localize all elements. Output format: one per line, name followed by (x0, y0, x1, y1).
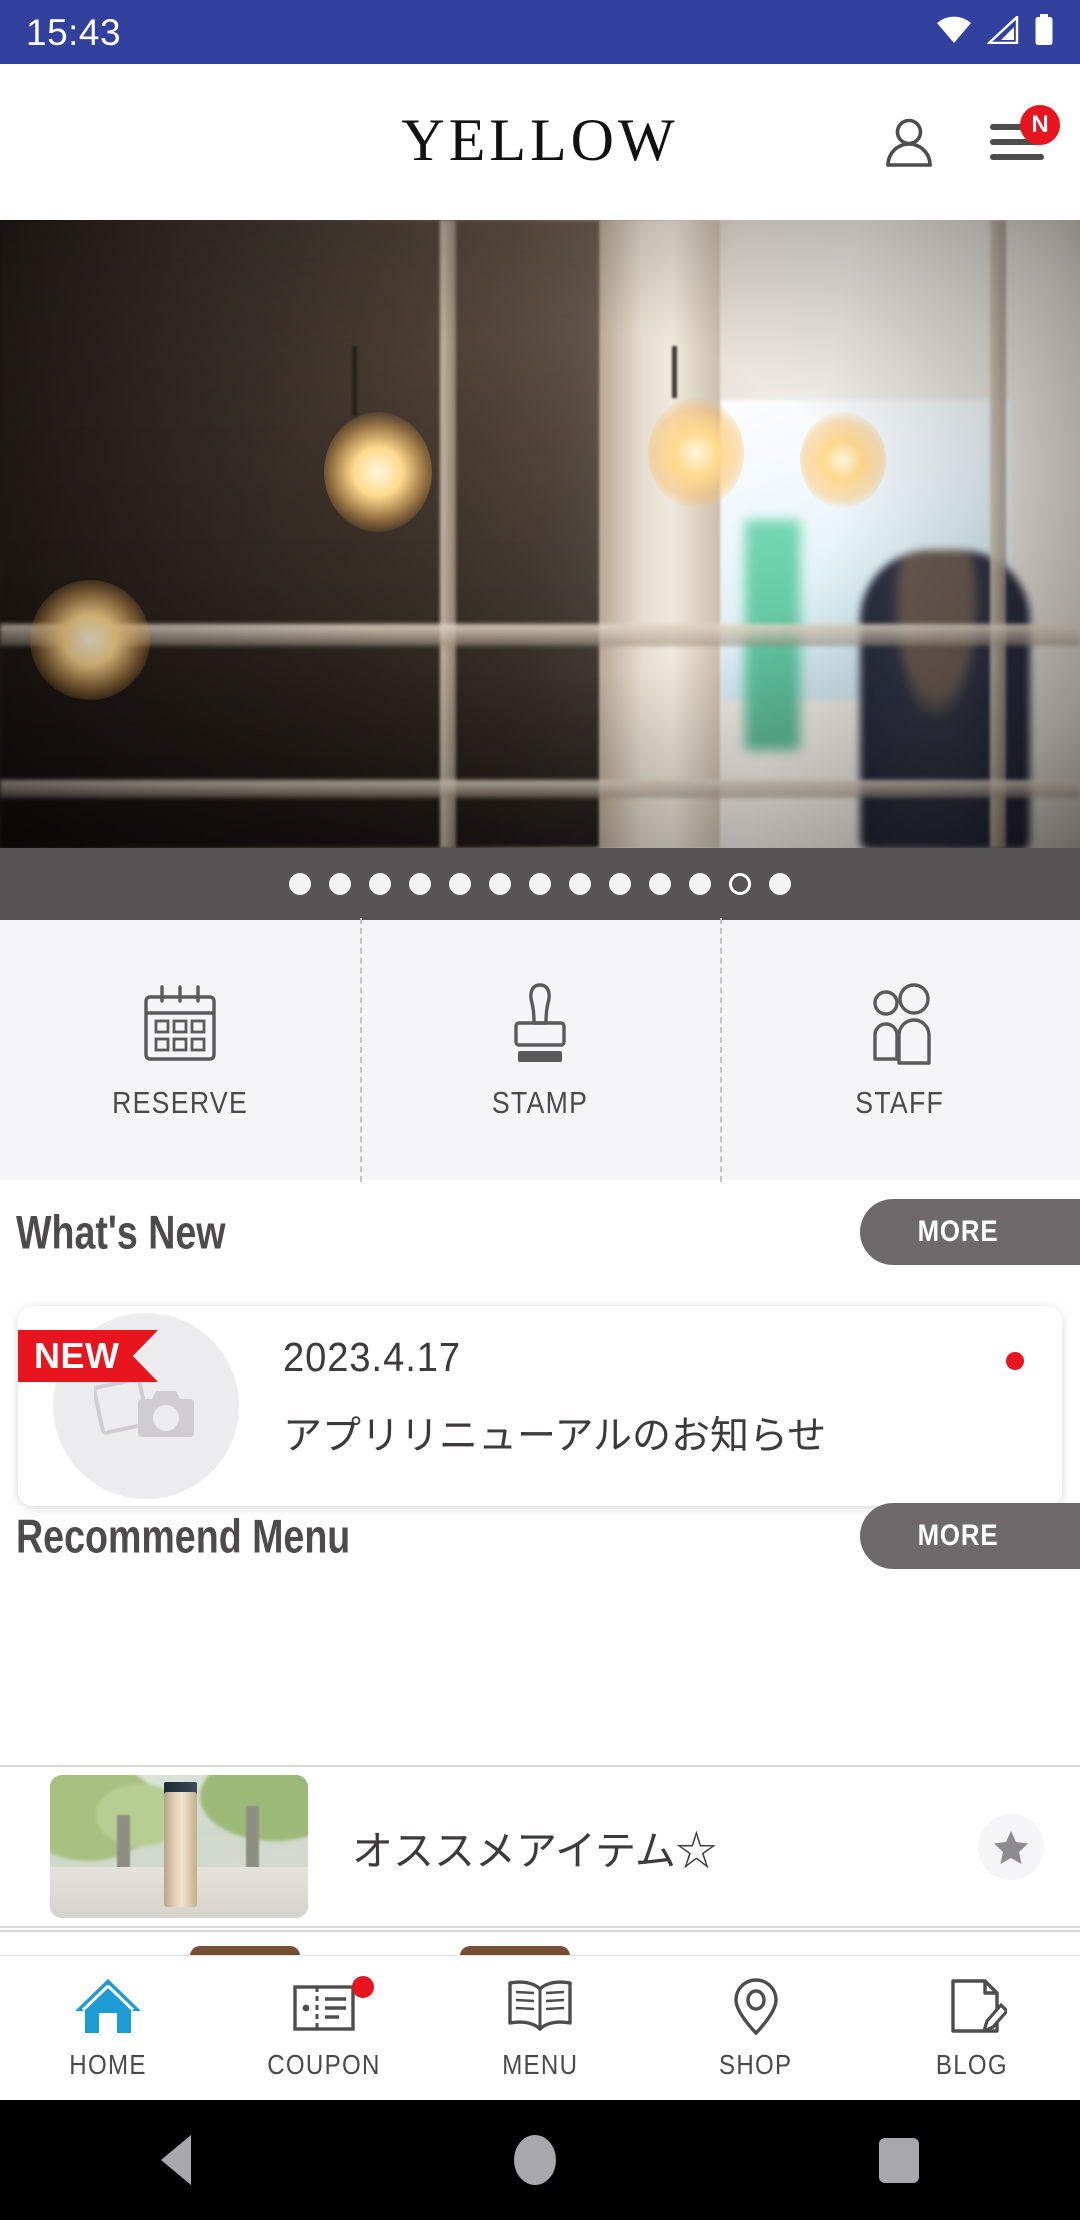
stamp-icon (514, 983, 566, 1062)
coupon-badge-dot (352, 1976, 374, 1998)
recents-square-icon[interactable] (878, 2137, 919, 2183)
carousel-dot[interactable] (289, 873, 311, 895)
back-triangle-icon[interactable] (161, 2135, 192, 2185)
nav-item-shop[interactable]: SHOP (648, 1956, 864, 2100)
location-pin-icon (734, 1978, 778, 2036)
carousel-dots[interactable] (0, 848, 1080, 920)
menu-button[interactable]: N (984, 105, 1060, 175)
carousel-dot[interactable] (409, 873, 431, 895)
coupon-icon (293, 1985, 355, 2031)
news-body: 2023.4.17 アプリリニューアルのお知らせ (283, 1334, 992, 1461)
carousel-dot[interactable] (569, 873, 591, 895)
carousel-dot[interactable] (529, 873, 551, 895)
people-icon (873, 983, 931, 1065)
more-label: MORE (917, 1215, 999, 1248)
quick-actions: RESERVE STAMP STAFF (0, 918, 1080, 1182)
quick-action-label: RESERVE (112, 1085, 248, 1120)
recommend-menu-more-button[interactable]: MORE (860, 1503, 1080, 1569)
carousel-dot[interactable] (369, 873, 391, 895)
nav-item-home[interactable]: HOME (0, 1956, 216, 2100)
quick-action-staff[interactable]: STAFF (720, 918, 1080, 1182)
nav-label: HOME (69, 2049, 147, 2080)
home-icon (75, 1979, 141, 2033)
more-label: MORE (917, 1519, 999, 1552)
nav-label: SHOP (719, 2049, 793, 2080)
quick-action-reserve[interactable]: RESERVE (0, 920, 360, 1180)
carousel-dot[interactable] (769, 873, 791, 895)
section-title: What's New (16, 1205, 226, 1259)
nav-label: COUPON (267, 2049, 381, 2080)
nav-item-menu[interactable]: MENU (432, 1956, 648, 2100)
status-bar: 15:43 (0, 0, 1080, 64)
star-icon (994, 1830, 1028, 1864)
wifi-icon (936, 16, 972, 49)
bottom-navigation: HOME COUPON MENU SHOP BLOG (0, 1955, 1080, 2100)
menu-item-thumbnail (50, 1775, 308, 1918)
status-time: 15:43 (26, 11, 122, 53)
system-navigation-bar (0, 2100, 1080, 2220)
carousel-dot[interactable] (329, 873, 351, 895)
hero-image (0, 220, 1080, 848)
nav-item-coupon[interactable]: COUPON (216, 1956, 432, 2100)
header-actions: N (876, 64, 1060, 220)
quick-action-label: STAFF (855, 1085, 945, 1120)
app-screen: 15:43 YELLOW N RESERVE STAMP STAFF What'… (0, 0, 1080, 2220)
person-icon (886, 118, 932, 167)
nav-label: BLOG (935, 2049, 1009, 2080)
account-button[interactable] (876, 109, 942, 175)
carousel-dot[interactable] (649, 873, 671, 895)
carousel-dot[interactable] (689, 873, 711, 895)
menu-item-favorite-button[interactable] (978, 1813, 1044, 1880)
news-title: アプリリニューアルのお知らせ (283, 1415, 827, 1458)
hero-carousel[interactable] (0, 220, 1080, 848)
menu-item-title: オススメアイテム☆ (352, 1827, 717, 1874)
news-date: 2023.4.17 (283, 1334, 462, 1380)
quick-action-stamp[interactable]: STAMP (360, 918, 720, 1182)
menu-new-badge: N (1020, 105, 1060, 145)
nav-label: MENU (501, 2049, 579, 2080)
news-card[interactable]: NEW 2023.4.17 アプリリニューアルのお知らせ (18, 1306, 1062, 1506)
section-header-recommend-menu: Recommend Menu MORE (0, 1486, 1080, 1586)
news-unread-dot (1006, 1352, 1024, 1370)
brand-logo: YELLOW (401, 106, 679, 173)
home-circle-icon[interactable] (513, 2135, 556, 2185)
section-title: Recommend Menu (16, 1509, 351, 1563)
menu-list-item[interactable]: オススメアイテム☆ (0, 1765, 1080, 1928)
calendar-icon (144, 985, 216, 1061)
status-icons (936, 13, 1054, 51)
carousel-dot[interactable] (449, 873, 471, 895)
section-header-whats-new: What's New MORE (0, 1182, 1080, 1282)
carousel-dot-active[interactable] (729, 873, 751, 895)
nav-item-blog[interactable]: BLOG (864, 1956, 1080, 2100)
carousel-dot[interactable] (489, 873, 511, 895)
quick-action-label: STAMP (491, 1085, 589, 1120)
whats-new-more-button[interactable]: MORE (860, 1199, 1080, 1265)
document-pen-icon (951, 1979, 1007, 2033)
book-icon (508, 1980, 572, 2031)
app-header: YELLOW N (0, 64, 1080, 220)
carousel-dot[interactable] (609, 873, 631, 895)
battery-icon (1034, 13, 1054, 51)
cellular-signal-icon (985, 13, 1019, 49)
